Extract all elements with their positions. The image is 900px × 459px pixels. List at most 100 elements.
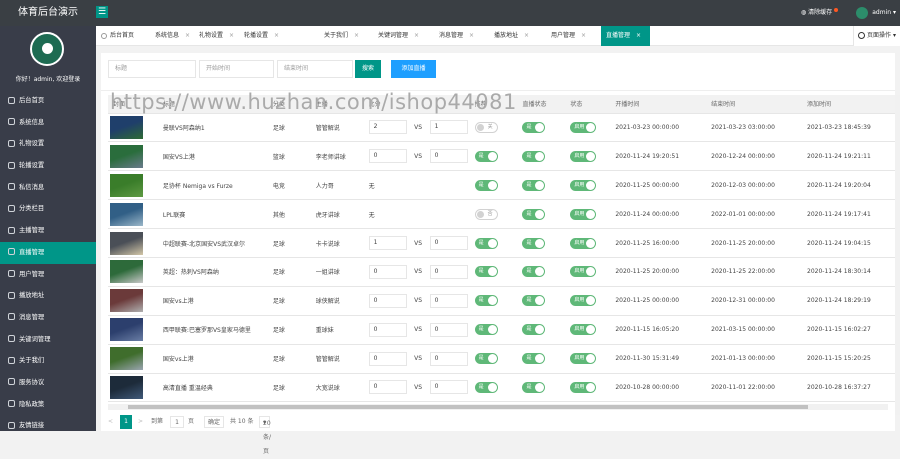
state-toggle[interactable]: 启用 xyxy=(570,150,597,162)
state-toggle[interactable]: 启用 xyxy=(570,237,597,249)
scroll-thumb[interactable] xyxy=(128,405,808,409)
search-button[interactable]: 搜索 xyxy=(355,60,381,78)
state-toggle[interactable]: 启用 xyxy=(570,208,597,220)
close-icon[interactable]: × xyxy=(636,32,641,39)
live-status-toggle[interactable]: 是 xyxy=(522,295,546,307)
tab-1[interactable]: 系统信息 × xyxy=(150,26,192,46)
end-time-input[interactable]: 结束时间 xyxy=(277,60,353,78)
score-away-input[interactable]: 0 xyxy=(429,322,468,337)
live-status-toggle[interactable]: 是 xyxy=(522,150,546,162)
tab-4[interactable]: 关于我们 × xyxy=(319,26,371,46)
score-home-input[interactable]: 0 xyxy=(368,322,407,337)
start-time-input[interactable]: 开始时间 xyxy=(199,60,274,78)
live-status-toggle[interactable]: 是 xyxy=(522,324,546,336)
prev-page-button[interactable]: < xyxy=(108,415,113,429)
sidebar-item-3[interactable]: 轮播设置 xyxy=(0,155,96,177)
menu-toggle-icon[interactable]: ☰ xyxy=(96,6,108,18)
recommend-toggle[interactable]: 是 xyxy=(474,353,498,365)
live-status-toggle[interactable]: 是 xyxy=(522,381,546,393)
live-status-toggle[interactable]: 是 xyxy=(522,237,546,249)
score-home-input[interactable]: 2 xyxy=(368,120,407,135)
live-status-toggle[interactable]: 是 xyxy=(522,266,546,278)
sidebar-item-13[interactable]: 服务协议 xyxy=(0,372,96,394)
sidebar-item-11[interactable]: 关键词管理 xyxy=(0,329,96,351)
page-input[interactable]: 1 xyxy=(170,416,184,428)
close-icon[interactable]: × xyxy=(185,32,190,39)
per-page-select[interactable]: 20 条/页 ▾ xyxy=(259,416,271,455)
horizontal-scrollbar[interactable] xyxy=(108,404,888,410)
add-live-button[interactable]: 添加直播 xyxy=(391,60,436,78)
tab-2[interactable]: 礼物设置 × xyxy=(194,26,237,46)
score-home-input[interactable]: 0 xyxy=(368,380,407,395)
clear-cache-link[interactable]: ◍ 清除缓存 xyxy=(801,0,838,26)
score-away-input[interactable]: 0 xyxy=(429,149,468,164)
score-away-input[interactable]: 0 xyxy=(429,293,468,308)
score-away-input[interactable]: 1 xyxy=(429,120,468,135)
close-icon[interactable]: × xyxy=(524,32,529,39)
sidebar-item-8[interactable]: 用户管理 xyxy=(0,264,96,286)
recommend-toggle[interactable]: 否 xyxy=(474,208,498,220)
close-icon[interactable]: × xyxy=(469,32,474,39)
score-away-input[interactable]: 0 xyxy=(429,264,468,279)
tab-8[interactable]: 用户管理 × xyxy=(546,26,599,46)
close-icon[interactable]: × xyxy=(354,32,359,39)
score-away-input[interactable]: 0 xyxy=(429,351,468,366)
sidebar-item-7[interactable]: 直播管理 xyxy=(0,241,96,264)
tab-5[interactable]: 关键词管理 × xyxy=(373,26,432,46)
sidebar-item-9[interactable]: 播放地址 xyxy=(0,285,96,307)
state-toggle[interactable]: 启用 xyxy=(570,121,597,133)
live-status-toggle[interactable]: 是 xyxy=(522,353,546,365)
live-status-toggle[interactable]: 是 xyxy=(522,208,546,220)
sidebar-item-2[interactable]: 礼物设置 xyxy=(0,133,96,155)
score-home-input[interactable]: 0 xyxy=(368,351,407,366)
tab-9[interactable]: 直播管理 × xyxy=(601,26,650,46)
sidebar-item-5[interactable]: 分类栏目 xyxy=(0,198,96,220)
score-away-input[interactable]: 0 xyxy=(429,236,468,250)
sidebar-item-6[interactable]: 主播管理 xyxy=(0,220,96,242)
score-home-input[interactable]: 0 xyxy=(368,264,407,279)
user-menu[interactable]: admin ▾ xyxy=(856,0,896,26)
vertical-scrollbar[interactable] xyxy=(895,95,900,415)
recommend-toggle[interactable]: 是 xyxy=(474,324,498,336)
close-icon[interactable]: × xyxy=(581,32,586,39)
sidebar-item-0[interactable]: 后台首页 xyxy=(0,90,96,112)
recommend-toggle[interactable]: 是 xyxy=(474,295,498,307)
state-toggle[interactable]: 启用 xyxy=(570,266,597,278)
current-page[interactable]: 1 xyxy=(120,415,132,429)
sidebar-item-4[interactable]: 私信消息 xyxy=(0,177,96,199)
recommend-toggle[interactable]: 关 xyxy=(474,121,498,133)
tab-7[interactable]: 播放地址 × xyxy=(489,26,544,46)
title-input[interactable]: 标题 xyxy=(108,60,196,78)
score-home-input[interactable]: 1 xyxy=(368,236,407,250)
state-toggle[interactable]: 启用 xyxy=(570,353,597,365)
sidebar-item-1[interactable]: 系统信息 xyxy=(0,112,96,134)
page-operations-button[interactable]: 页面操作 ▾ xyxy=(853,26,900,46)
live-status-toggle[interactable]: 是 xyxy=(522,121,546,133)
close-icon[interactable]: × xyxy=(229,32,234,39)
toggle-label: 是 xyxy=(526,297,532,304)
tab-6[interactable]: 消息管理 × xyxy=(434,26,487,46)
sidebar-item-14[interactable]: 隐私政策 xyxy=(0,394,96,416)
close-icon[interactable]: × xyxy=(274,32,279,39)
close-icon[interactable]: × xyxy=(414,32,419,39)
sidebar-item-10[interactable]: 消息管理 xyxy=(0,307,96,329)
confirm-page-button[interactable]: 确定 xyxy=(204,416,225,428)
live-status-toggle[interactable]: 是 xyxy=(522,179,546,191)
score-home-input[interactable]: 0 xyxy=(368,149,407,164)
score-away-input[interactable]: 0 xyxy=(429,380,468,395)
recommend-toggle[interactable]: 是 xyxy=(474,179,498,191)
sidebar-item-15[interactable]: 友情链接 xyxy=(0,415,96,431)
recommend-toggle[interactable]: 是 xyxy=(474,237,498,249)
score-home-input[interactable]: 0 xyxy=(368,293,407,308)
state-toggle[interactable]: 启用 xyxy=(570,295,597,307)
recommend-toggle[interactable]: 是 xyxy=(474,266,498,278)
recommend-toggle[interactable]: 是 xyxy=(474,150,498,162)
recommend-toggle[interactable]: 是 xyxy=(474,381,498,393)
sidebar-item-12[interactable]: 关于我们 xyxy=(0,350,96,372)
tab-0[interactable]: 后台首页 xyxy=(96,26,148,46)
state-toggle[interactable]: 启用 xyxy=(570,324,597,336)
state-toggle[interactable]: 启用 xyxy=(570,381,597,393)
next-page-button[interactable]: > xyxy=(138,415,143,429)
state-toggle[interactable]: 启用 xyxy=(570,179,597,191)
tab-3[interactable]: 轮播设置 × xyxy=(239,26,293,46)
